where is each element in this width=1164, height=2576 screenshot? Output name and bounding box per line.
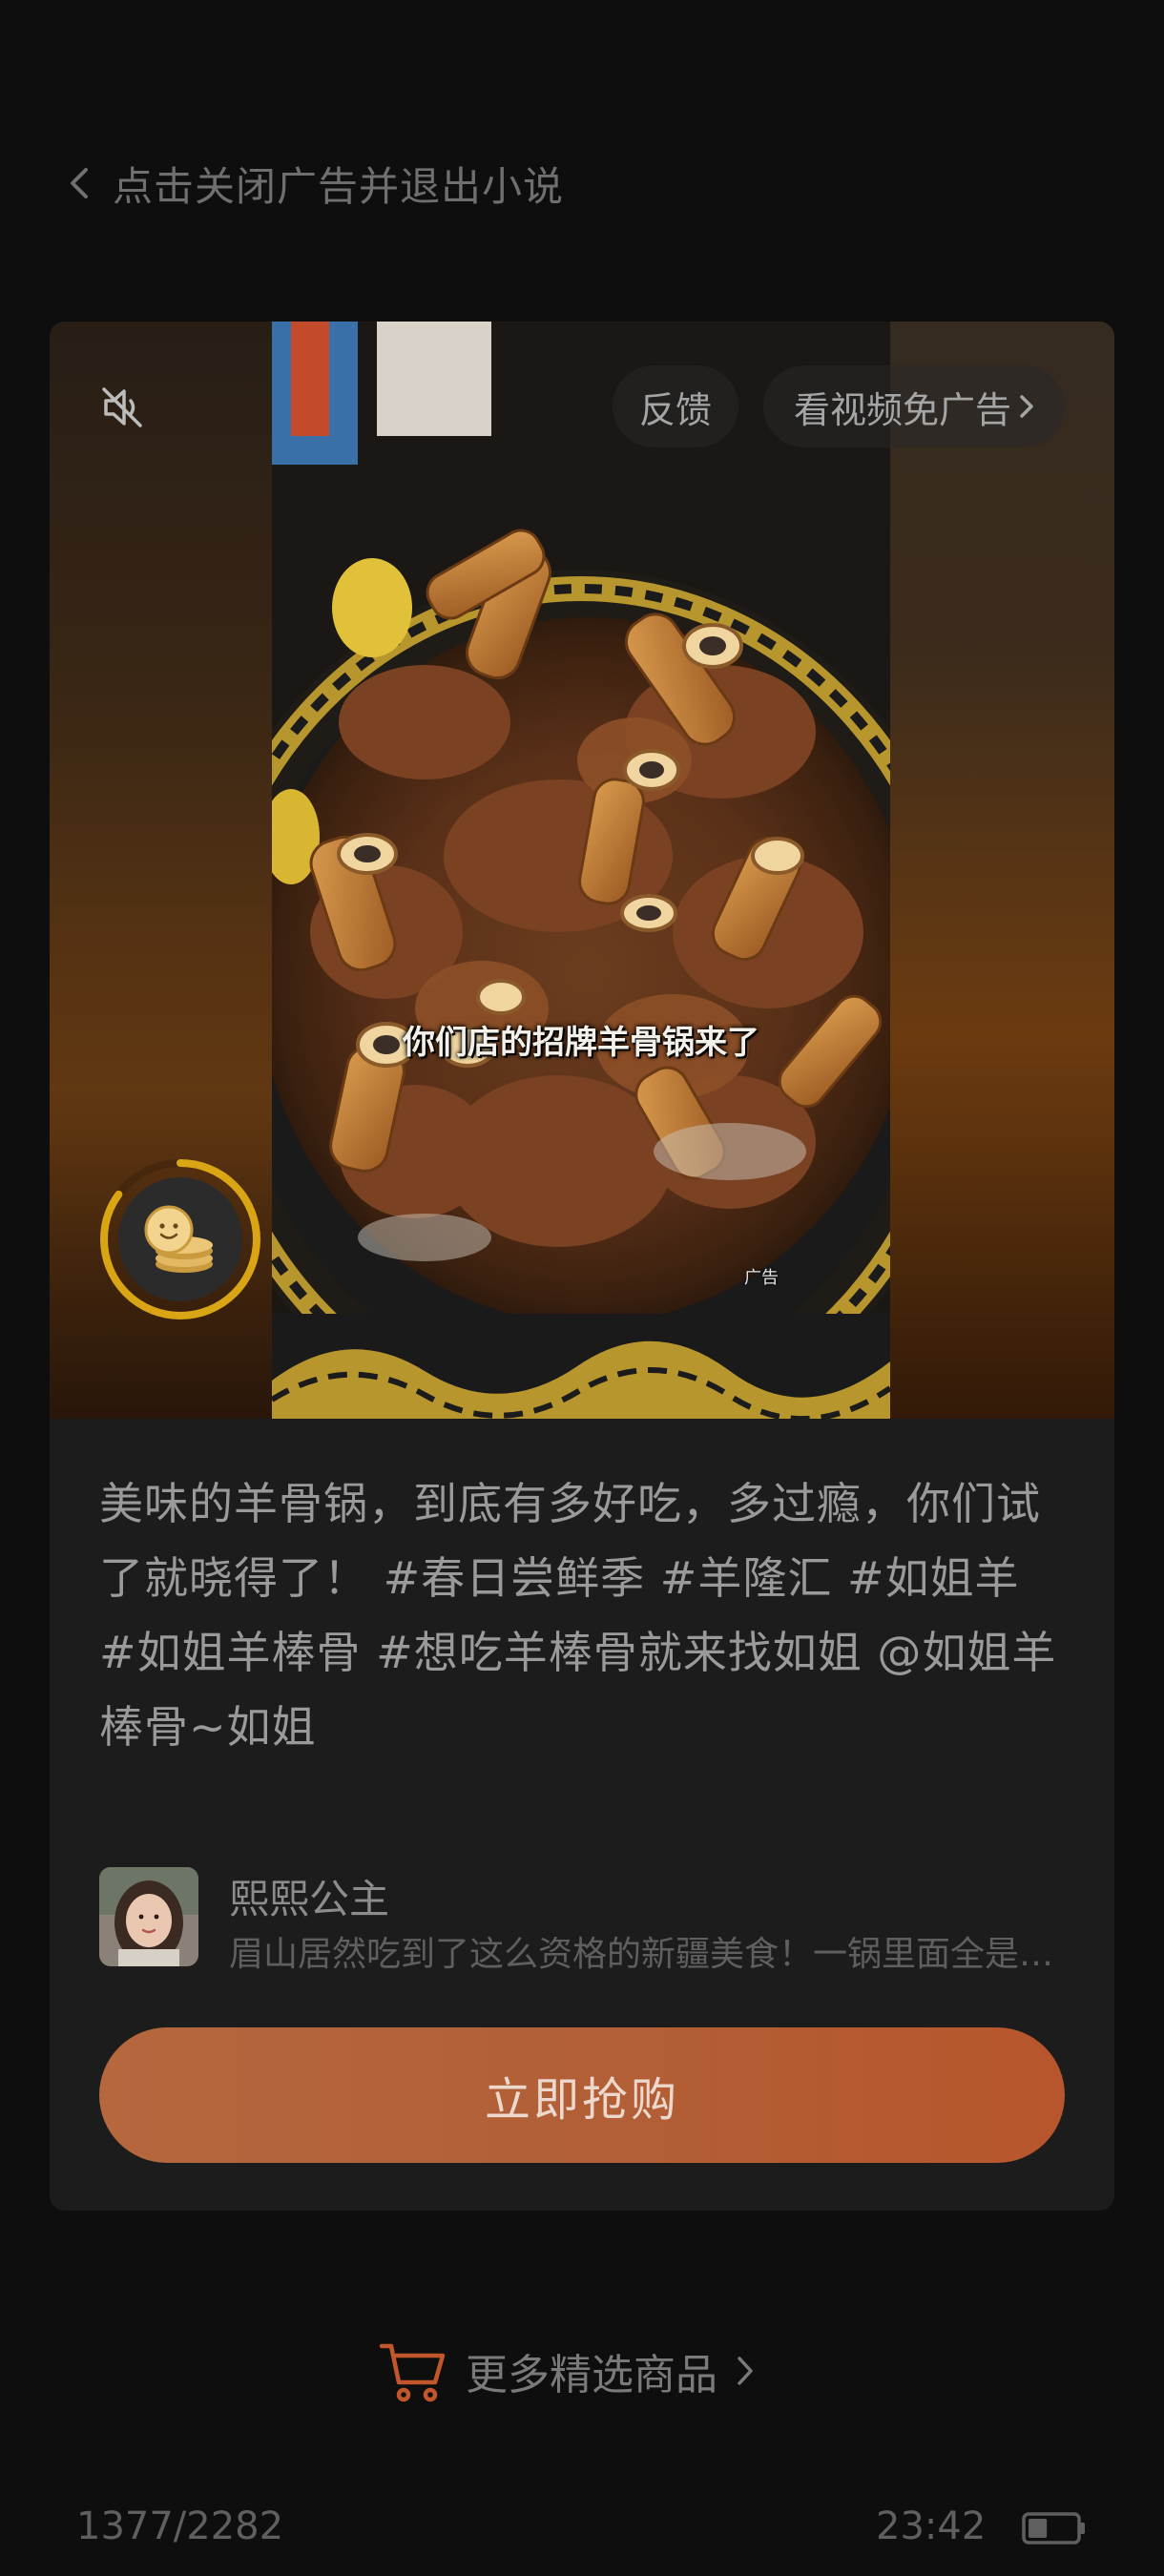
chevron-right-icon	[1020, 395, 1033, 418]
close-ad-exit-button[interactable]: 点击关闭广告并退出小说	[67, 153, 564, 214]
video-subtitle: 你们店的招牌羊骨锅来了	[403, 1024, 759, 1062]
reader-status-bar: 1377/2282 23:42	[0, 2504, 1164, 2552]
chevron-right-icon	[738, 2357, 753, 2385]
reward-timer-button[interactable]	[99, 1158, 261, 1320]
more-products-label: 更多精选商品	[466, 2351, 717, 2399]
close-ad-label: 点击关闭广告并退出小说	[113, 162, 565, 210]
ad-video[interactable]: 你们店的招牌羊骨锅来了 广告 反馈 看视频免广告	[50, 322, 1114, 1419]
clock: 23:42	[876, 2504, 987, 2548]
chevron-left-icon	[67, 164, 92, 202]
featured-comment[interactable]: 熙熙公主 眉山居然吃到了这么资格的新疆美食！一锅里面全是大棒骨，啃起来太过瘾了	[99, 1867, 1063, 1974]
comment-text: 眉山居然吃到了这么资格的新疆美食！一锅里面全是大棒骨，啃起来太过瘾了	[229, 1935, 1063, 1974]
skip-ad-label: 看视频免广告	[793, 388, 1011, 431]
skip-ad-button[interactable]: 看视频免广告	[763, 365, 1065, 447]
video-frame[interactable]: 你们店的招牌羊骨锅来了 广告	[272, 322, 890, 1419]
coin-icon	[118, 1177, 242, 1301]
buy-now-button[interactable]: 立即抢购	[99, 2027, 1065, 2163]
mute-button[interactable]	[92, 377, 153, 438]
feedback-button[interactable]: 反馈	[613, 365, 738, 447]
battery-icon	[1022, 2512, 1085, 2545]
ad-caption: 美味的羊骨锅，到底有多好吃，多过瘾，你们试了就晓得了！ #春日尝鲜季 #羊隆汇 …	[99, 1478, 1057, 1753]
page-progress: 1377/2282	[76, 2504, 284, 2548]
more-products-link[interactable]: 更多精选商品	[378, 2337, 754, 2404]
lamb-bone-pot-image	[272, 322, 890, 1419]
cart-icon	[379, 2343, 446, 2402]
ad-tag: 广告	[744, 1268, 779, 1288]
speaker-muted-icon	[102, 387, 142, 427]
avatar	[99, 1867, 198, 1966]
ad-card: 你们店的招牌羊骨锅来了 广告 反馈 看视频免广告 美味的羊骨锅，到底有多好吃，多…	[50, 322, 1114, 2211]
comment-username: 熙熙公主	[229, 1876, 390, 1922]
video-blur-right	[890, 322, 1114, 1419]
